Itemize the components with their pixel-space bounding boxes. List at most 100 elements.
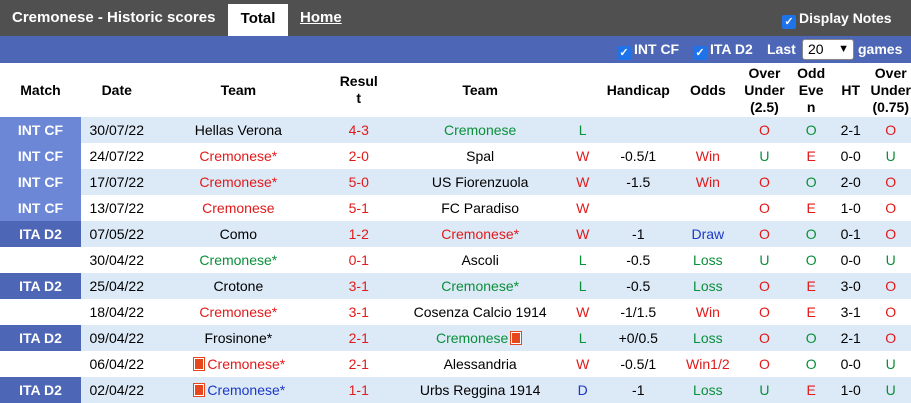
cell-away-team[interactable]: Ascoli	[393, 247, 567, 273]
historic-scores-table: Match Date Team Resul t Team Handicap Odd…	[0, 63, 911, 403]
display-notes-toggle[interactable]: ✓ Display Notes	[782, 10, 892, 29]
cell-ht: 0-0	[831, 143, 871, 169]
filter-ita-d2[interactable]: ✓ ITA D2	[693, 41, 753, 60]
table-row[interactable]: ITA D2 07/05/22 Como 1-2 Cremonese* W -1 Draw O O…	[0, 221, 911, 247]
table-row[interactable]: INT CF 17/07/22 Cremonese* 5-0 US Fiorenzuol…	[0, 169, 911, 195]
table-row[interactable]: ITA D2 02/04/22 Cremonese* 1-1 Urbs Reggina …	[0, 377, 911, 403]
cell-score: 2-1	[324, 351, 394, 377]
cell-handicap: -1/1.5	[598, 299, 679, 325]
cell-away-team[interactable]: Cosenza Calcio 1914	[393, 299, 567, 325]
cell-odd-even-text: O	[805, 252, 817, 268]
cell-over-under-075: O	[870, 169, 911, 195]
cell-ht: 1-0	[831, 195, 871, 221]
cell-ht-text: 2-1	[840, 330, 861, 346]
cell-away-team[interactable]: Cremonese	[393, 117, 567, 143]
cell-score: 5-0	[324, 169, 394, 195]
cell-odds: Loss	[678, 377, 738, 403]
cell-odd-even: O	[791, 247, 831, 273]
cell-home-team[interactable]: Cremonese*	[152, 169, 325, 195]
cell-result-wl: W	[566, 169, 599, 195]
cell-ht-text: 3-0	[840, 278, 861, 294]
cell-score: 5-1	[324, 195, 394, 221]
cell-odds-text: Win	[695, 304, 720, 320]
cell-date-text: 02/04/22	[89, 382, 145, 398]
cell-over-under-text: O	[759, 122, 770, 138]
table-row[interactable]: ITA D2 25/04/22 Crotone 3-1 Cremonese* L -0.5 L…	[0, 273, 911, 299]
cell-over-under-075: O	[870, 325, 911, 351]
cell-score-text: 2-0	[348, 148, 369, 164]
table-row[interactable]: INT CF 13/07/22 Cremonese 5-1 FC Paradiso W O E…	[0, 195, 911, 221]
cell-odd-even-text: E	[806, 304, 816, 320]
cell-league: INT CF	[0, 195, 81, 221]
cell-over-under-075-text: O	[885, 304, 897, 320]
cell-away-team[interactable]: Alessandria	[393, 351, 567, 377]
checkbox-checked-icon[interactable]: ✓	[782, 15, 796, 29]
cell-home-team[interactable]: Como	[152, 221, 325, 247]
cell-odd-even: E	[791, 195, 831, 221]
cell-over-under-text: O	[759, 278, 770, 294]
tab-home[interactable]: Home	[300, 9, 342, 26]
cell-result-wl-text: L	[578, 252, 587, 268]
table-row[interactable]: ITA D2 18/04/22 Cremonese* 3-1 Cosenza Calci…	[0, 299, 911, 325]
cell-over-under-075: U	[870, 247, 911, 273]
cell-away-team[interactable]: Urbs Reggina 1914	[393, 377, 567, 403]
col-match: Match	[0, 63, 81, 117]
cell-away-team[interactable]: Cremonese*	[393, 221, 567, 247]
table-row[interactable]: ITA D2 06/04/22 Cremonese* 2-1 Alessandria W -…	[0, 351, 911, 377]
cell-result-wl: W	[566, 221, 599, 247]
cell-odd-even-text: O	[805, 330, 817, 346]
cell-home-team[interactable]: Cremonese*	[152, 143, 325, 169]
table-row[interactable]: INT CF 24/07/22 Cremonese* 2-0 Spal W -0.5/1 Wi…	[0, 143, 911, 169]
cell-home-team[interactable]: Cremonese*	[152, 351, 325, 377]
cell-result-wl: W	[566, 351, 599, 377]
last-games-select[interactable]: 20 ▼	[802, 39, 854, 60]
cell-odds	[678, 195, 738, 221]
cell-away-team[interactable]: US Fiorenzuola	[393, 169, 567, 195]
cell-home-team[interactable]: Hellas Verona	[152, 117, 325, 143]
cell-result-wl: L	[566, 117, 599, 143]
cell-away-team[interactable]: FC Paradiso	[393, 195, 567, 221]
col-ou-line2: Under	[744, 81, 785, 98]
cell-home-team[interactable]: Cremonese*	[152, 299, 325, 325]
cell-home-team[interactable]: Frosinone*	[152, 325, 325, 351]
cell-home-team[interactable]: Crotone	[152, 273, 325, 299]
cell-handicap: -1	[598, 221, 679, 247]
cell-date-text: 30/07/22	[89, 122, 145, 138]
games-label: games	[858, 41, 903, 57]
cell-over-under-075: U	[870, 351, 911, 377]
table-row[interactable]: ITA D2 09/04/22 Frosinone* 2-1 Cremonese L +0/…	[0, 325, 911, 351]
cell-over-under-075: U	[870, 143, 911, 169]
cell-date-text: 07/05/22	[89, 226, 145, 242]
cell-odd-even: O	[791, 351, 831, 377]
filter-int-cf[interactable]: ✓ INT CF	[617, 41, 679, 60]
cell-away-team-text: Cremonese	[443, 122, 517, 138]
cell-home-team[interactable]: Cremonese	[152, 195, 325, 221]
last-label: Last	[767, 41, 796, 57]
cell-date-text: 17/07/22	[89, 174, 145, 190]
cell-away-team-text: Urbs Reggina 1914	[419, 382, 541, 398]
cell-date: 25/04/22	[80, 273, 153, 299]
cell-odd-even-text: E	[806, 278, 816, 294]
cell-home-team[interactable]: Cremonese*	[152, 247, 325, 273]
cell-handicap-text: -1	[632, 226, 645, 242]
col-result-line1: Resul	[339, 73, 378, 89]
cell-league-text: INT CF	[17, 122, 64, 138]
tab-total[interactable]: Total	[228, 4, 288, 36]
cell-result-wl-text: L	[578, 278, 587, 294]
cell-handicap: -1	[598, 377, 679, 403]
cell-result-wl-text: L	[578, 122, 587, 138]
cell-away-team[interactable]: Spal	[393, 143, 567, 169]
table-row[interactable]: ITA D2 30/04/22 Cremonese* 0-1 Ascoli L -0.5 Lo…	[0, 247, 911, 273]
cell-over-under-075: O	[870, 221, 911, 247]
cell-away-team[interactable]: Cremonese*	[393, 273, 567, 299]
table-row[interactable]: INT CF 30/07/22 Hellas Verona 4-3 Cremonese L…	[0, 117, 911, 143]
cell-date-text: 18/04/22	[89, 304, 145, 320]
cell-handicap-text: -1.5	[626, 174, 651, 190]
checkbox-checked-icon[interactable]: ✓	[617, 46, 631, 60]
cell-date: 17/07/22	[80, 169, 153, 195]
cell-away-team[interactable]: Cremonese	[393, 325, 567, 351]
cell-home-team[interactable]: Cremonese*	[152, 377, 325, 403]
checkbox-checked-icon[interactable]: ✓	[693, 46, 707, 60]
cell-odd-even: O	[791, 169, 831, 195]
cell-score: 0-1	[324, 247, 394, 273]
